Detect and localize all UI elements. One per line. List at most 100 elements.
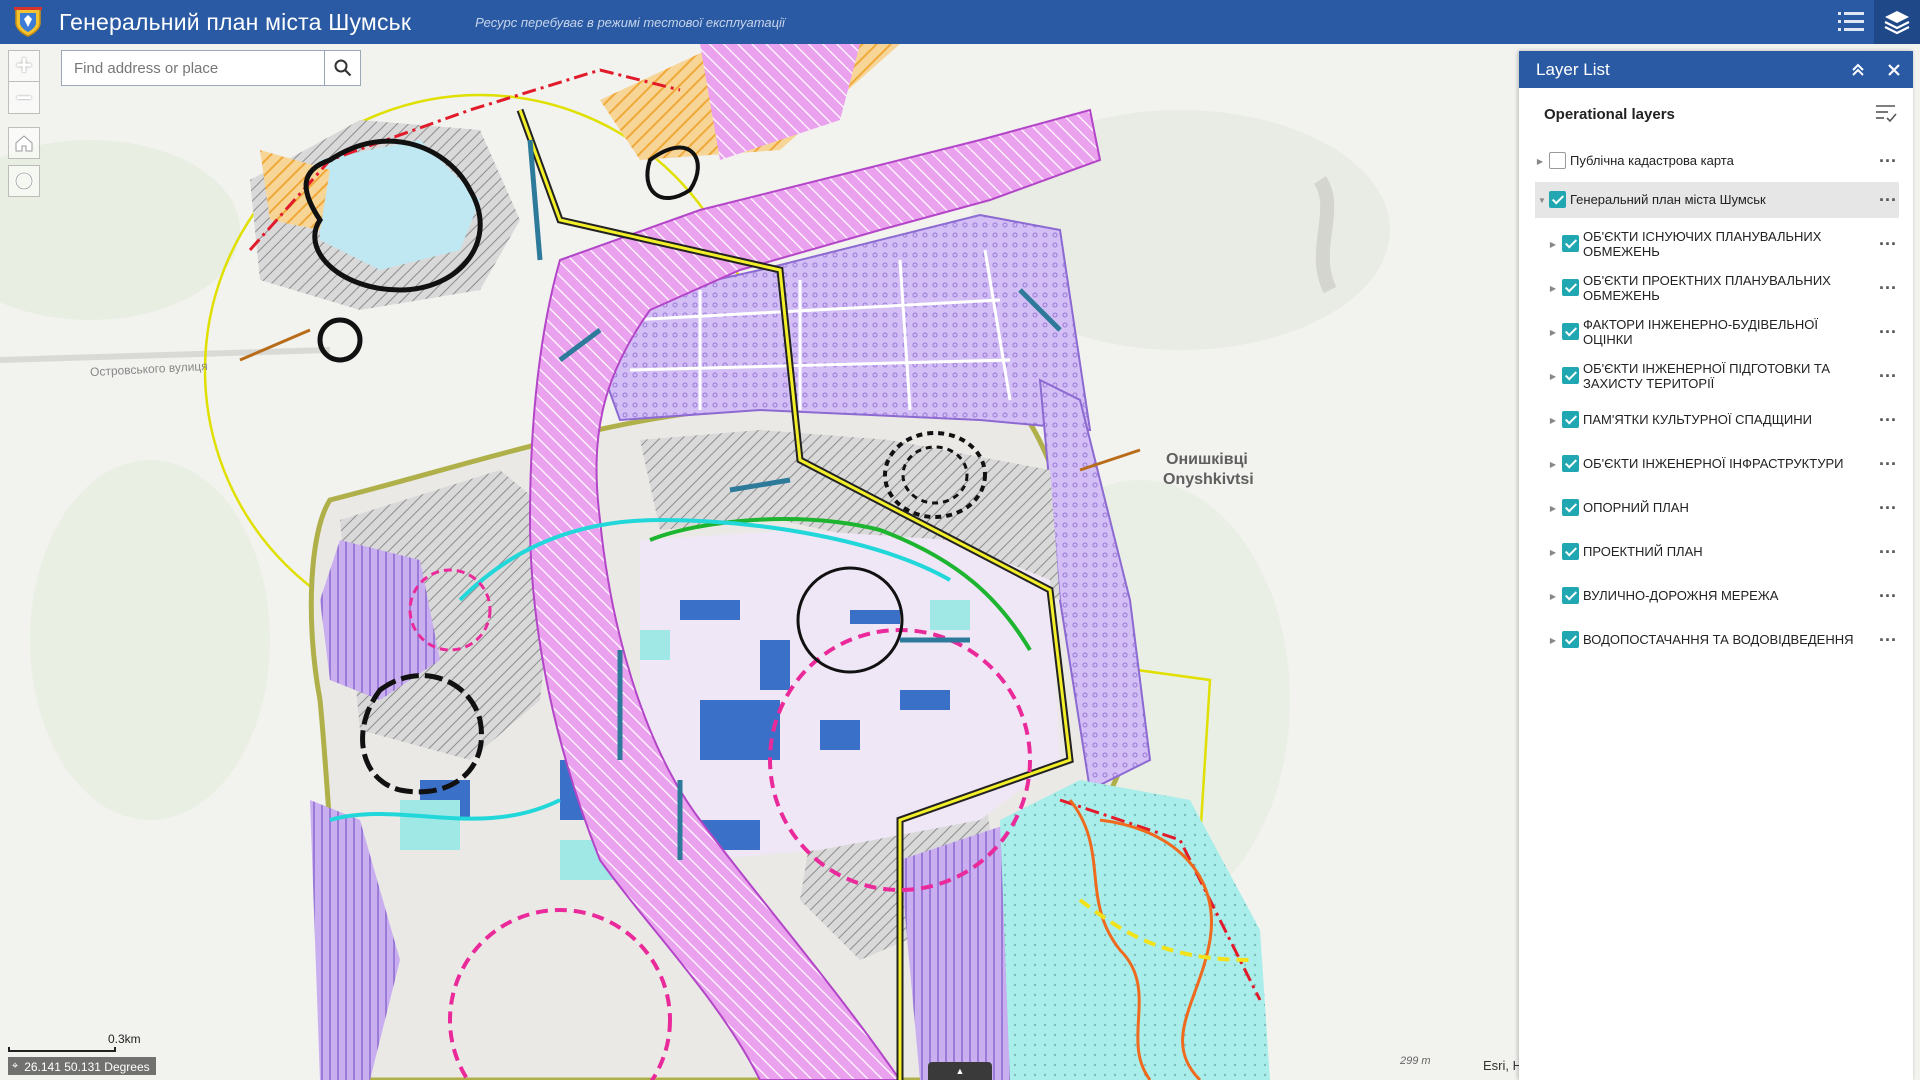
layer-checkbox[interactable] (1562, 279, 1579, 296)
home-icon (15, 135, 33, 152)
layer-item-road-network[interactable]: ▶ ВУЛИЧНО-ДОРОЖНЯ МЕРЕЖА ... (1535, 578, 1899, 614)
expand-arrow-icon[interactable]: ▶ (1535, 156, 1545, 166)
layer-checkbox[interactable] (1549, 191, 1566, 208)
layer-list-title: Layer List (1536, 59, 1610, 79)
list-icon (1838, 12, 1864, 31)
home-button[interactable] (8, 127, 40, 159)
app-title: Генеральний план міста Шумськ (59, 8, 412, 35)
layer-item-cadastral-map[interactable]: ▶ Публічна кадастрова карта ... (1535, 143, 1899, 179)
zoom-out-button[interactable]: – (8, 82, 40, 114)
layer-checkbox[interactable] (1562, 587, 1579, 604)
expand-arrow-icon[interactable]: ▶ (1548, 283, 1558, 293)
layer-list-toggle-button[interactable] (1874, 0, 1920, 44)
more-options-icon[interactable]: ... (1879, 318, 1897, 336)
layer-label: ФАКТОРИ ІНЖЕНЕРНО-БУДІВЕЛЬНОЇ ОЦІНКИ (1583, 317, 1819, 347)
more-options-icon[interactable]: ... (1879, 274, 1897, 292)
search-input[interactable] (62, 51, 324, 85)
expand-arrow-icon[interactable]: ▶ (1548, 459, 1558, 469)
layer-label: ПАМ'ЯТКИ КУЛЬТУРНОЇ СПАДЩИНИ (1583, 412, 1812, 427)
more-options-icon[interactable]: ... (1879, 362, 1897, 380)
layer-item-general-plan[interactable]: ▼ Генеральний план міста Шумськ ... (1535, 182, 1899, 218)
layer-checkbox[interactable] (1562, 543, 1579, 560)
double-chevron-up-icon (1852, 63, 1864, 76)
coordinate-text: 26.141 50.131 Degrees (24, 1059, 150, 1074)
operational-layers-heading: Operational layers (1519, 88, 1913, 140)
layer-item-project-plan[interactable]: ▶ ПРОЕКТНИЙ ПЛАН ... (1535, 534, 1899, 570)
attribute-table-toggle[interactable]: ▲ (928, 1062, 992, 1080)
search-button[interactable] (324, 51, 360, 85)
place-label-ukrainian: Онишківці (1166, 451, 1248, 468)
collapse-arrow-icon[interactable]: ▼ (1537, 195, 1547, 205)
expand-arrow-icon[interactable]: ▶ (1548, 239, 1558, 249)
search-widget (61, 50, 361, 86)
map-attribution: Esri, H (1483, 1058, 1522, 1073)
expand-arrow-icon[interactable]: ▶ (1548, 503, 1558, 513)
place-label-english: Onyshkivtsi (1163, 471, 1254, 488)
close-icon (1888, 64, 1900, 76)
scale-hint: 299 m (1400, 1055, 1431, 1067)
layer-checkbox[interactable] (1562, 411, 1579, 428)
expand-arrow-icon[interactable]: ▶ (1548, 327, 1558, 337)
more-options-icon[interactable]: ... (1879, 626, 1897, 644)
coordinate-display[interactable]: ⌖ 26.141 50.131 Degrees (8, 1057, 156, 1075)
scale-bar-label: 0.3km (108, 1032, 141, 1046)
layer-checkbox[interactable] (1562, 323, 1579, 340)
layer-options-icon[interactable] (1875, 103, 1897, 123)
layer-checkbox[interactable] (1562, 499, 1579, 516)
zoom-controls: + – (8, 50, 40, 114)
expand-arrow-icon[interactable]: ▶ (1548, 371, 1558, 381)
layer-label: ОПОРНИЙ ПЛАН (1583, 500, 1689, 515)
layer-checkbox[interactable] (1562, 367, 1579, 384)
more-options-icon[interactable]: ... (1879, 494, 1897, 512)
layer-label: Публічна кадастрова карта (1570, 153, 1734, 168)
layer-list-header: Layer List (1519, 51, 1913, 88)
layer-list-panel: Layer List Operational layers ▶ Публічна… (1519, 51, 1913, 1080)
layer-item-water-supply[interactable]: ▶ ВОДОПОСТАЧАННЯ ТА ВОДОВІДВЕДЕННЯ ... (1535, 622, 1899, 658)
chevron-up-icon: ▲ (955, 1066, 965, 1076)
expand-arrow-icon[interactable]: ▶ (1548, 591, 1558, 601)
layer-label: ОБ'ЄКТИ ІНЖЕНЕРНОЇ ІНФРАСТРУКТУРИ (1583, 456, 1844, 471)
search-icon (334, 59, 351, 77)
more-options-icon[interactable]: ... (1879, 582, 1897, 600)
zoom-in-button[interactable]: + (8, 50, 40, 82)
legend-list-button[interactable] (1828, 0, 1874, 44)
more-options-icon[interactable]: ... (1879, 186, 1897, 204)
app-header: Генеральний план міста Шумськ Ресурс пер… (0, 0, 1920, 44)
close-panel-button[interactable] (1883, 59, 1905, 81)
layer-label: ОБ'ЄКТИ ПРОЕКТНИХ ПЛАНУВАЛЬНИХ ОБМЕЖЕНЬ (1583, 273, 1831, 303)
collapse-panel-button[interactable] (1847, 59, 1869, 81)
layer-item-cultural-heritage[interactable]: ▶ ПАМ'ЯТКИ КУЛЬТУРНОЇ СПАДЩИНИ ... (1535, 402, 1899, 438)
expand-arrow-icon[interactable]: ▶ (1548, 547, 1558, 557)
layer-item-project-restrictions[interactable]: ▶ ОБ'ЄКТИ ПРОЕКТНИХ ПЛАНУВАЛЬНИХ ОБМЕЖЕН… (1535, 270, 1899, 306)
layer-item-support-plan[interactable]: ▶ ОПОРНИЙ ПЛАН ... (1535, 490, 1899, 526)
layer-checkbox[interactable] (1562, 631, 1579, 648)
locate-icon (14, 171, 34, 191)
layer-item-engineering-factors[interactable]: ▶ ФАКТОРИ ІНЖЕНЕРНО-БУДІВЕЛЬНОЇ ОЦІНКИ .… (1535, 314, 1899, 350)
section-title: Operational layers (1544, 105, 1675, 123)
layer-item-engineering-infrastructure[interactable]: ▶ ОБ'ЄКТИ ІНЖЕНЕРНОЇ ІНФРАСТРУКТУРИ ... (1535, 446, 1899, 482)
scale-bar-line (8, 1047, 116, 1052)
layer-label: ОБ'ЄКТИ ІСНУЮЧИХ ПЛАНУВАЛЬНИХ ОБМЕЖЕНЬ (1583, 229, 1822, 259)
more-options-icon[interactable]: ... (1879, 406, 1897, 424)
expand-arrow-icon[interactable]: ▶ (1548, 635, 1558, 645)
layer-label: ВУЛИЧНО-ДОРОЖНЯ МЕРЕЖА (1583, 588, 1779, 603)
crosshair-icon: ⌖ (12, 1060, 19, 1072)
city-coat-of-arms-logo (11, 5, 45, 39)
layer-item-existing-restrictions[interactable]: ▶ ОБ'ЄКТИ ІСНУЮЧИХ ПЛАНУВАЛЬНИХ ОБМЕЖЕНЬ… (1535, 226, 1899, 262)
expand-arrow-icon[interactable]: ▶ (1548, 415, 1558, 425)
more-options-icon[interactable]: ... (1879, 147, 1897, 165)
layer-checkbox[interactable] (1549, 152, 1566, 169)
layer-label: ОБ'ЄКТИ ІНЖЕНЕРНОЇ ПІДГОТОВКИ ТА ЗАХИСТУ… (1583, 361, 1831, 391)
more-options-icon[interactable]: ... (1879, 538, 1897, 556)
locate-button[interactable] (8, 165, 40, 197)
app-subtitle: Ресурс перебуває в режимі тестової експл… (475, 14, 785, 30)
layer-item-engineering-preparation[interactable]: ▶ ОБ'ЄКТИ ІНЖЕНЕРНОЇ ПІДГОТОВКИ ТА ЗАХИС… (1535, 358, 1899, 394)
more-options-icon[interactable]: ... (1879, 230, 1897, 248)
layer-checkbox[interactable] (1562, 235, 1579, 252)
layers-icon (1884, 11, 1910, 35)
layer-label: ПРОЕКТНИЙ ПЛАН (1583, 544, 1703, 559)
layer-label: Генеральний план міста Шумськ (1570, 192, 1766, 207)
more-options-icon[interactable]: ... (1879, 450, 1897, 468)
layer-label: ВОДОПОСТАЧАННЯ ТА ВОДОВІДВЕДЕННЯ (1583, 632, 1854, 647)
layer-checkbox[interactable] (1562, 455, 1579, 472)
